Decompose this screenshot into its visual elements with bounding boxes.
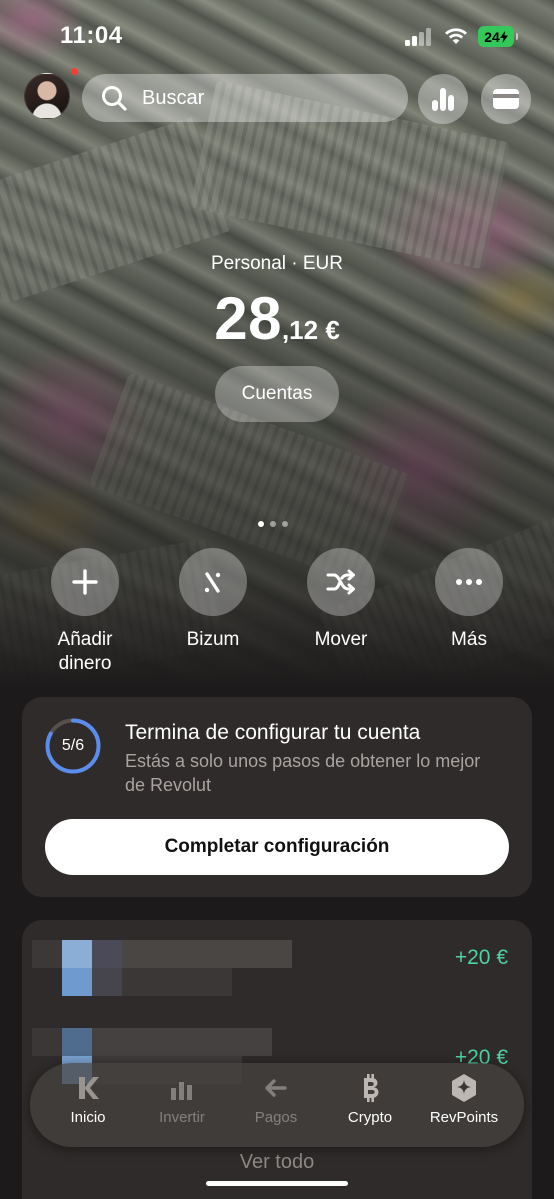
status-time: 11:04 (60, 22, 123, 49)
tab-payments-label: Pagos (254, 1109, 298, 1126)
wifi-icon (444, 26, 468, 46)
page-dot (270, 521, 276, 527)
add-money-action[interactable]: Añadir dinero (30, 548, 140, 676)
search-bar[interactable]: Buscar (82, 74, 408, 122)
cards-button[interactable] (481, 74, 531, 124)
notification-dot (71, 68, 78, 75)
accounts-button[interactable]: Cuentas (215, 366, 339, 422)
search-icon (102, 86, 127, 111)
profile-avatar[interactable] (24, 73, 70, 119)
tab-payments[interactable]: Pagos (230, 1073, 322, 1126)
revpoints-icon (449, 1073, 479, 1103)
tab-invest-label: Invertir (159, 1109, 205, 1126)
move-label: Mover (314, 629, 368, 650)
setup-title: Termina de configurar tu cuenta (125, 721, 421, 744)
tab-revpoints-label: RevPoints (429, 1109, 499, 1126)
card-icon (493, 89, 519, 109)
bizum-action[interactable]: Bizum (158, 548, 268, 652)
payments-icon (261, 1073, 291, 1103)
tab-revpoints[interactable]: RevPoints (418, 1073, 510, 1126)
battery-level: 24 (484, 28, 500, 45)
invest-icon (167, 1073, 197, 1103)
battery-indicator: 24 (478, 26, 518, 47)
bar-chart-icon (432, 88, 454, 111)
move-action[interactable]: Mover (286, 548, 396, 652)
setup-progress-text: 5/6 (61, 737, 85, 754)
tab-home[interactable]: Inicio (42, 1073, 134, 1126)
home-indicator (206, 1181, 348, 1186)
page-indicator (258, 521, 288, 527)
account-label: Personal · EUR (211, 253, 343, 274)
more-icon (435, 548, 503, 616)
bizum-icon (179, 548, 247, 616)
bizum-label: Bizum (186, 629, 240, 650)
analytics-button[interactable] (418, 74, 468, 124)
shuffle-icon (307, 548, 375, 616)
search-placeholder: Buscar (142, 86, 205, 109)
balance-integer: 28 (214, 285, 282, 352)
more-action[interactable]: Más (414, 548, 524, 652)
tab-home-label: Inicio (70, 1109, 106, 1126)
home-icon (73, 1073, 103, 1103)
complete-setup-button[interactable]: Completar configuración (45, 819, 509, 875)
bitcoin-icon (355, 1073, 385, 1103)
tab-crypto-label: Crypto (347, 1109, 393, 1126)
balance-amount: 28,12 € (0, 284, 554, 353)
tab-bar: Inicio Invertir Pagos Crypto RevPoints (30, 1063, 524, 1147)
charging-icon (499, 30, 508, 43)
cellular-signal-icon (405, 28, 435, 46)
tab-invest[interactable]: Invertir (136, 1073, 228, 1126)
balance-decimal: ,12 € (281, 315, 340, 345)
transaction-row[interactable]: +20 € (22, 936, 532, 1016)
see-all-link[interactable]: Ver todo (0, 1151, 554, 1174)
page-dot (258, 521, 264, 527)
setup-subtitle: Estás a solo unos pasos de obtener lo me… (125, 751, 481, 795)
more-label: Más (451, 629, 487, 650)
page-dot (282, 521, 288, 527)
transaction-amount: +20 € (454, 946, 508, 969)
setup-card[interactable]: 5/6 Termina de configurar tu cuenta Está… (22, 697, 532, 897)
plus-icon (51, 548, 119, 616)
add-money-label: Añadir dinero (57, 629, 113, 674)
tab-crypto[interactable]: Crypto (324, 1073, 416, 1126)
